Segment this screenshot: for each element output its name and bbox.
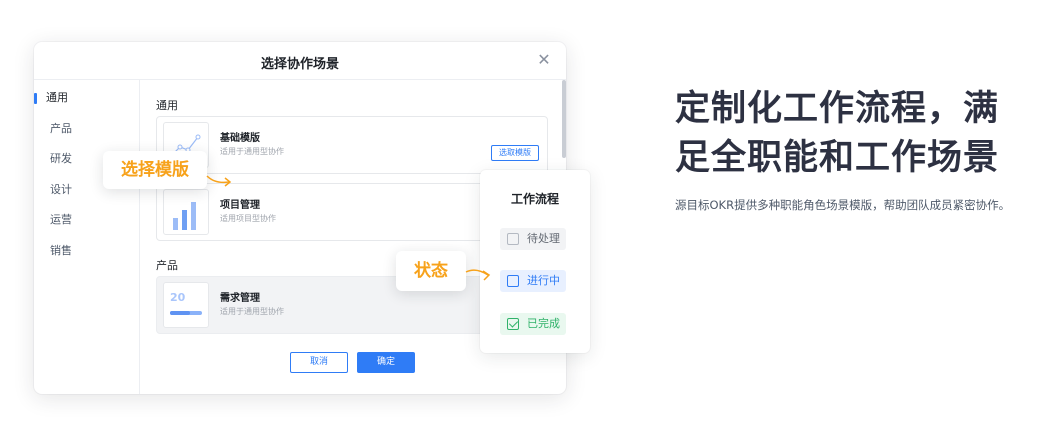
progress-thumbnail: 20 bbox=[163, 282, 209, 328]
sidebar-item-product[interactable]: 产品 bbox=[34, 114, 139, 145]
workflow-card: 工作流程 待处理 进行中 已完成 bbox=[480, 170, 590, 353]
headline-line-2: 足全职能和工作场景 bbox=[675, 138, 1000, 178]
scene: 选择协作场景 ✕ 通用 产品 研发 设计 运营 销售 通用 基础模版 适用于通用… bbox=[0, 0, 1064, 447]
template-desc: 适用于通用型协作 bbox=[220, 307, 284, 316]
cancel-button[interactable]: 取消 bbox=[290, 352, 348, 373]
template-desc: 适用项目型协作 bbox=[220, 214, 276, 223]
select-template-callout: 选择模版 bbox=[103, 151, 207, 189]
bar-chart-thumbnail bbox=[163, 189, 209, 235]
select-template-button[interactable]: 选取模版 bbox=[491, 145, 539, 161]
state-label: 进行中 bbox=[527, 274, 560, 287]
template-name: 基础模版 bbox=[220, 133, 260, 144]
sidebar-item-general[interactable]: 通用 bbox=[34, 83, 139, 114]
section-title-general: 通用 bbox=[156, 99, 178, 112]
workflow-title: 工作流程 bbox=[510, 192, 559, 206]
checkbox-icon bbox=[507, 275, 519, 287]
state-pending[interactable]: 待处理 bbox=[500, 228, 566, 250]
dialog-title: 选择协作场景 bbox=[260, 57, 339, 72]
template-name: 需求管理 bbox=[220, 293, 260, 304]
thumbnail-number: 20 bbox=[170, 291, 186, 304]
sidebar-item-operations[interactable]: 运营 bbox=[34, 205, 139, 236]
close-icon[interactable]: ✕ bbox=[536, 52, 552, 68]
section-title-product: 产品 bbox=[156, 259, 178, 272]
scrollbar[interactable] bbox=[562, 80, 566, 158]
template-desc: 适用于通用型协作 bbox=[220, 147, 284, 156]
state-in-progress[interactable]: 进行中 bbox=[500, 270, 566, 292]
arrow-icon bbox=[465, 269, 491, 281]
state-label: 待处理 bbox=[527, 232, 560, 245]
status-callout: 状态 bbox=[396, 251, 466, 291]
state-done[interactable]: 已完成 bbox=[500, 313, 566, 335]
headline-line-1: 定制化工作流程，满 bbox=[675, 89, 1000, 129]
checkbox-checked-icon bbox=[507, 318, 519, 330]
checkbox-icon bbox=[507, 233, 519, 245]
state-label: 已完成 bbox=[527, 317, 560, 330]
subline: 源目标OKR提供多种职能角色场景模版，帮助团队成员紧密协作。 bbox=[675, 198, 1011, 212]
progress-fill bbox=[170, 311, 190, 315]
template-card-basic[interactable]: 基础模版 适用于通用型协作 选取模版 bbox=[156, 116, 548, 174]
sidebar-item-sales[interactable]: 销售 bbox=[34, 236, 139, 267]
template-name: 项目管理 bbox=[220, 200, 260, 211]
confirm-button[interactable]: 确定 bbox=[357, 352, 415, 373]
category-sidebar: 通用 产品 研发 设计 运营 销售 bbox=[34, 80, 140, 394]
arrow-icon bbox=[206, 175, 232, 187]
dialog-header: 选择协作场景 ✕ bbox=[34, 42, 566, 80]
headline: 定制化工作流程，满 足全职能和工作场景 bbox=[675, 85, 1045, 183]
